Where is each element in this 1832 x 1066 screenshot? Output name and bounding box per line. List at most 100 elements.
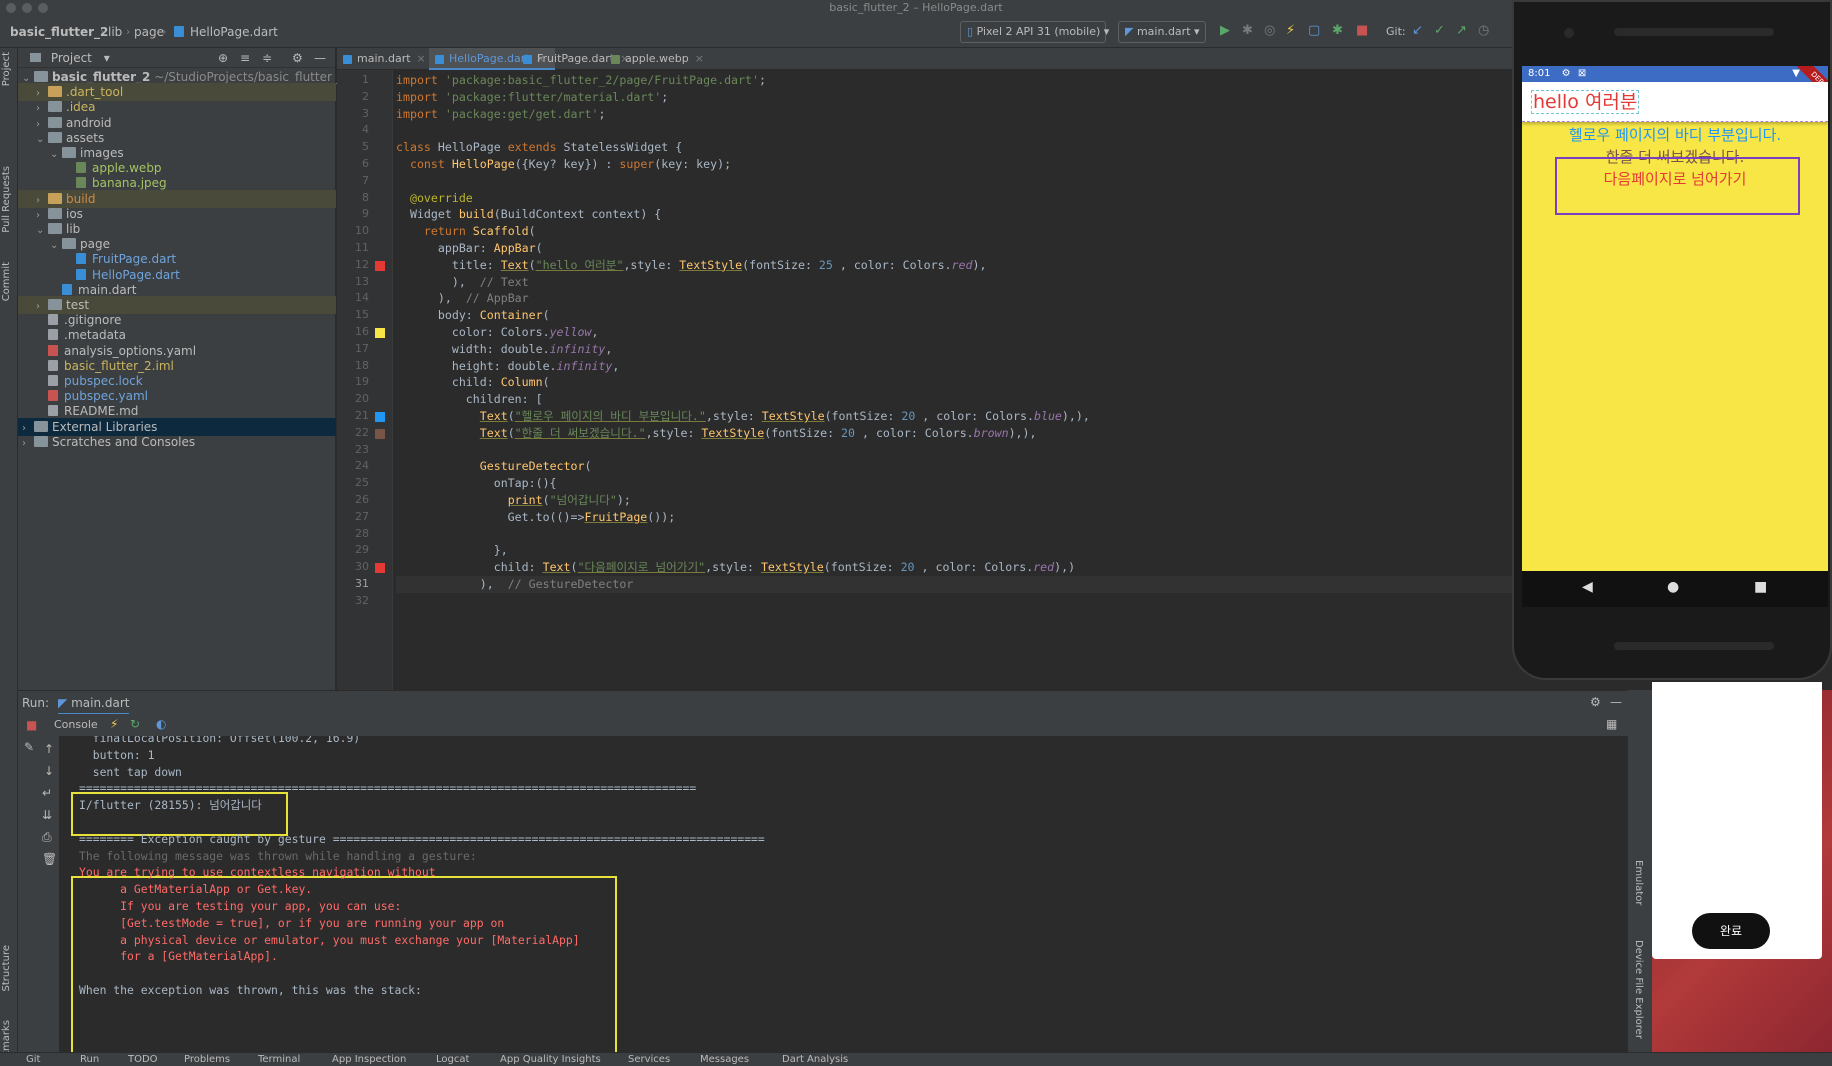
console-output[interactable]: finalLocalPosition: Offset(100.2, 16.9) … (60, 736, 1628, 1052)
code-line[interactable]: body: Container( (396, 307, 550, 324)
bottom-tab[interactable]: Services (628, 1053, 670, 1066)
color-swatch-icon[interactable] (375, 428, 385, 439)
bottom-tab[interactable]: Terminal (258, 1053, 300, 1066)
debug-icon[interactable]: ✱ (1242, 23, 1253, 39)
scroll-up-icon[interactable]: ↑ (44, 742, 54, 756)
hide-panel-icon[interactable]: — (314, 48, 326, 68)
done-button[interactable]: 완료 (1692, 913, 1770, 949)
scroll-to-end-icon[interactable]: ⇊ (42, 808, 52, 822)
hide-panel-icon[interactable]: — (1610, 695, 1622, 709)
code-line[interactable]: title: Text("hello 여러분",style: TextStyle… (396, 257, 987, 274)
code-line[interactable]: Text("헬로우 페이지의 바디 부분입니다.",style: TextSty… (396, 408, 1090, 425)
code-line[interactable]: import 'package:flutter/material.dart'; (396, 89, 668, 106)
git-push-icon[interactable]: ↗ (1456, 23, 1467, 39)
code-line[interactable]: Get.to(()=>FruitPage()); (396, 509, 676, 526)
bottom-tab[interactable]: Dart Analysis (782, 1053, 848, 1066)
code-line[interactable]: GestureDetector( (396, 458, 592, 475)
code-line[interactable]: }, (396, 542, 508, 559)
code-line[interactable]: color: Colors.yellow, (396, 324, 599, 341)
code-line[interactable]: width: double.infinity, (396, 341, 613, 358)
run-tab-main[interactable]: ◤ main.dart (58, 696, 130, 715)
bottom-tab[interactable]: Messages (700, 1053, 749, 1066)
hot-restart-icon[interactable]: ↻ (130, 717, 140, 731)
collapse-all-icon[interactable]: ≑ (262, 48, 272, 68)
pull-requests-tool-button[interactable]: Pull Requests (1, 166, 12, 233)
close-window-button[interactable] (6, 3, 16, 13)
code-line[interactable]: children: [ (396, 391, 543, 408)
console-tab[interactable]: Console (54, 718, 98, 731)
code-line[interactable]: ), // AppBar (396, 290, 529, 307)
code-line[interactable]: child: Text("다음페이지로 넘어가기",style: TextSty… (396, 559, 1075, 576)
overview-icon[interactable]: ■ (1754, 579, 1767, 595)
color-swatch-icon[interactable] (375, 563, 385, 574)
bottom-tab[interactable]: Run (80, 1053, 99, 1066)
bottom-tab[interactable]: App Inspection (332, 1053, 406, 1066)
minimize-window-button[interactable] (22, 3, 32, 13)
code-line[interactable]: onTap:(){ (396, 475, 557, 492)
history-icon[interactable]: ◷ (1478, 23, 1489, 39)
expand-all-icon[interactable]: ≡ (240, 48, 250, 68)
hot-restart-icon[interactable]: ▢ (1308, 23, 1320, 39)
chevron-right-icon[interactable]: › (22, 435, 34, 453)
code-line[interactable]: height: double.infinity, (396, 358, 620, 375)
code-line[interactable]: @override (396, 190, 473, 207)
device-file-explorer-tool-button[interactable]: Device File Explorer (1633, 940, 1644, 1039)
close-icon[interactable]: × (417, 52, 426, 65)
code-line[interactable]: ), // GestureDetector (396, 576, 1516, 593)
bottom-tab[interactable]: Problems (184, 1053, 230, 1066)
color-swatch-icon[interactable] (375, 412, 385, 422)
bottom-tab[interactable]: App Quality Insights (500, 1053, 601, 1066)
bottom-tab[interactable]: Logcat (436, 1053, 469, 1066)
pin-icon[interactable]: ✎ (24, 740, 34, 754)
code-line[interactable]: return Scaffold( (396, 223, 536, 240)
hot-reload-icon[interactable]: ⚡ (1286, 23, 1295, 39)
code-line[interactable]: const HelloPage({Key? key}) : super(key:… (396, 156, 731, 173)
git-commit-icon[interactable]: ✓ (1434, 23, 1445, 39)
code-line[interactable]: Widget build(BuildContext context) { (396, 206, 661, 223)
code-line[interactable]: import 'package:get/get.dart'; (396, 106, 605, 123)
breadcrumb-page[interactable]: page (134, 25, 164, 39)
close-icon[interactable]: × (695, 52, 704, 65)
profile-icon[interactable]: ◎ (1264, 23, 1275, 39)
commit-tool-button[interactable]: Commit (1, 262, 12, 301)
run-config-selector[interactable]: ◤ main.dart ▾ (1118, 21, 1206, 43)
project-view-selector[interactable]: Project (51, 51, 92, 65)
attach-debugger-icon[interactable]: ✱ (1332, 23, 1343, 39)
code-line[interactable]: Text("한줄 더 써보겠습니다.",style: TextStyle(fon… (396, 425, 1037, 442)
devtools-icon[interactable]: ◐ (156, 717, 166, 731)
code-line[interactable]: appBar: AppBar( (396, 240, 543, 257)
bottom-tab[interactable]: TODO (128, 1053, 158, 1066)
layout-icon[interactable]: ▦ (1606, 717, 1617, 731)
bottom-tab[interactable]: Git (26, 1053, 40, 1066)
stop-icon[interactable]: ■ (1356, 23, 1368, 39)
breadcrumb-project[interactable]: basic_flutter_2 (10, 25, 108, 39)
editor-tab[interactable]: apple.webp × (605, 48, 714, 70)
project-tool-button[interactable]: Project (1, 52, 12, 86)
chevron-down-icon[interactable]: ▾ (104, 51, 110, 65)
code-line[interactable]: child: Column( (396, 374, 550, 391)
zoom-window-button[interactable] (38, 3, 48, 13)
code-editor[interactable]: import 'package:basic_flutter_2/page/Fru… (394, 70, 1517, 690)
emulator-tool-button[interactable]: Emulator (1633, 860, 1644, 905)
tree-item[interactable]: › Scratches and Consoles (18, 433, 336, 451)
code-line[interactable]: print("넘어갑니다"); (396, 492, 631, 509)
gear-icon[interactable]: ⚙ (292, 48, 303, 68)
breadcrumb-file[interactable]: HelloPage.dart (174, 25, 278, 39)
trash-icon[interactable]: 🗑 (42, 852, 57, 866)
code-line[interactable]: ), // Text (396, 274, 529, 291)
breadcrumb-lib[interactable]: lib (108, 25, 122, 39)
device-selector[interactable]: ▯ Pixel 2 API 31 (mobile) ▾ (960, 21, 1109, 43)
color-swatch-icon[interactable] (375, 328, 385, 338)
structure-tool-button[interactable]: Structure (1, 945, 12, 992)
code-line[interactable]: import 'package:basic_flutter_2/page/Fru… (396, 72, 766, 89)
home-icon[interactable]: ● (1667, 579, 1679, 595)
gear-icon[interactable]: ⚙ (1590, 695, 1601, 709)
git-update-icon[interactable]: ↙ (1412, 23, 1423, 39)
run-icon[interactable]: ▶ (1220, 23, 1230, 39)
soft-wrap-icon[interactable]: ↵ (42, 786, 52, 800)
stop-icon[interactable]: ■ (26, 718, 37, 732)
back-icon[interactable]: ◀ (1582, 579, 1593, 595)
code-line[interactable]: class HelloPage extends StatelessWidget … (396, 139, 682, 156)
hot-reload-icon[interactable]: ⚡ (110, 717, 118, 731)
locate-file-icon[interactable]: ⊕ (218, 48, 228, 68)
